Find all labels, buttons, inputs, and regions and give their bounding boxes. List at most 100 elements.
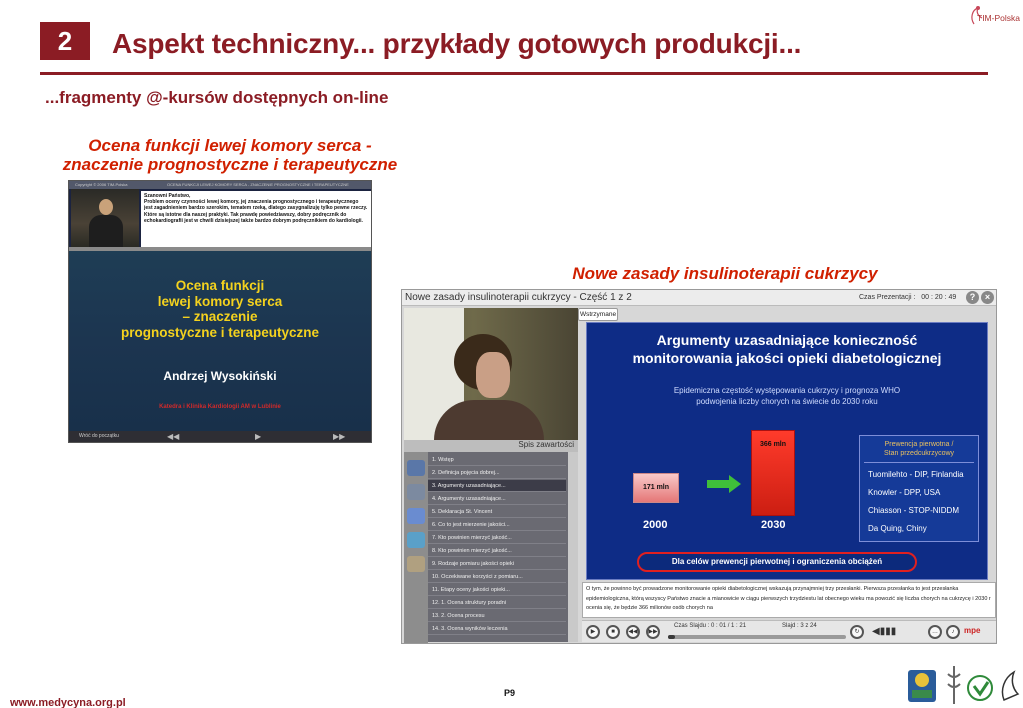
- left-caption: Ocena funkcji lewej komory serca - znacz…: [20, 136, 440, 174]
- home-icon[interactable]: [407, 460, 425, 476]
- player-title-bar: Nowe zasady insulinoterapii cukrzycy - C…: [402, 290, 996, 306]
- search-icon[interactable]: [407, 556, 425, 572]
- page-title: Aspekt techniczny... przykłady gotowych …: [112, 28, 802, 59]
- prevention-callout: Dla celów prewencji pierwotnej i ogranic…: [637, 552, 917, 572]
- toc-item[interactable]: 7. Kto powinien mierzyć jakość...: [428, 532, 566, 544]
- slide-subheading-line-2: podwojenia liczby chorych na świecie do …: [696, 397, 878, 406]
- cardiology-course-screenshot: Copyright © 2006 TIM-Polska OCENA FUNKCJ…: [68, 180, 372, 443]
- toc-item[interactable]: 8. Kto powinien mierzyć jakość...: [428, 545, 566, 557]
- study-item: Knowler - DPP, USA: [868, 488, 941, 497]
- left-caption-line-1: Ocena funkcji lewej komory serca -: [88, 136, 372, 155]
- bar-2000-label: 171 mln: [642, 484, 670, 491]
- course-title-line-1: Ocena funkcji: [175, 278, 265, 293]
- slide-subheading-line-1: Epidemiczna częstość występowania cukrzy…: [673, 386, 901, 395]
- rewind-button[interactable]: ◀◀: [626, 625, 640, 639]
- pause-status-button[interactable]: Wstrzymane: [578, 308, 618, 321]
- course-title: Ocena funkcji lewej komory serca – znacz…: [69, 278, 371, 340]
- slide-heading: Argumenty uzasadniające konieczność moni…: [587, 331, 987, 367]
- player-window-title: Nowe zasady insulinoterapii cukrzycy - C…: [405, 292, 632, 303]
- slide-heading-line-1: Argumenty uzasadniające konieczność: [656, 332, 918, 348]
- course-nav-bar: Wróć do początku ◀◀ ▶ ▶▶: [69, 431, 371, 442]
- toc-item[interactable]: 4. Argumenty uzasadniające...: [428, 493, 566, 505]
- player-sidebar: [404, 452, 428, 643]
- replay-button[interactable]: ↻: [850, 625, 864, 639]
- lecturer-head: [99, 199, 113, 215]
- course-title-line-3: – znaczenie: [182, 309, 258, 324]
- year-2000-label: 2000: [643, 519, 668, 531]
- study-item: Tuomilehto - DIP, Finlandia: [868, 470, 964, 479]
- lecturer-shoulders: [434, 400, 544, 440]
- progress-track[interactable]: [668, 635, 846, 639]
- year-2030-label: 2030: [761, 519, 786, 531]
- course-top-bar: Copyright © 2006 TIM-Polska OCENA FUNKCJ…: [69, 181, 371, 189]
- title-divider: [40, 72, 988, 75]
- course-author: Andrzej Wysokiński: [163, 369, 277, 383]
- help-icon[interactable]: ?: [966, 291, 979, 304]
- toc-item[interactable]: 9. Rodzaje pomiaru jakości opieki: [428, 558, 566, 570]
- forward-button[interactable]: ▶▶: [646, 625, 660, 639]
- prevention-box: Prewencja pierwotna / Stan przedcukrzyco…: [859, 435, 979, 542]
- course-header-text: OCENA FUNKCJI LEWEJ KOMORY SERCA - ZNACZ…: [167, 182, 349, 187]
- stop-button[interactable]: ■: [606, 625, 620, 639]
- lecturer-face: [476, 352, 510, 398]
- play-icon[interactable]: ▶: [255, 432, 261, 441]
- prevention-box-heading: Prewencja pierwotna / Stan przedcukrzyco…: [860, 440, 978, 458]
- lecturer-video: [71, 189, 139, 247]
- partner-logos-icon: [908, 666, 1020, 704]
- volume-icon[interactable]: ◀▮▮▮: [872, 626, 896, 637]
- toc-item[interactable]: 1. Wstęp: [428, 454, 566, 466]
- info-icon[interactable]: [407, 484, 425, 500]
- grid-icon[interactable]: [407, 508, 425, 524]
- presentation-time: Czas Prezentacji : 00 : 20 : 49: [859, 294, 957, 301]
- toc-item[interactable]: 2. Definicja pojęcia dobrej...: [428, 467, 566, 479]
- table-of-contents: 1. Wstęp 2. Definicja pojęcia dobrej... …: [428, 452, 578, 642]
- rewind-icon[interactable]: ◀◀: [167, 432, 179, 441]
- page-number: P9: [504, 688, 516, 698]
- toc-item[interactable]: 5. Deklaracja St. Vincent: [428, 506, 566, 518]
- slide-time: Czas Slajdu : 0 : 01 / 1 : 21: [674, 623, 747, 629]
- toc-item[interactable]: 14. 3. Ocena wyników leczenia: [428, 623, 566, 635]
- bar-2030-label: 366 mln: [759, 441, 787, 448]
- lecture-notes: Szanowni Państwo, Problem oceny czynnośc…: [141, 191, 371, 247]
- brand-name: TIM-Polska: [977, 13, 1020, 23]
- play-button[interactable]: ▶: [586, 625, 600, 639]
- back-to-start-button[interactable]: Wróć do początku: [79, 433, 119, 439]
- slide-subheading: Epidemiczna częstość występowania cukrzy…: [587, 385, 987, 407]
- footer-url[interactable]: www.medycyna.org.pl: [10, 697, 126, 708]
- right-caption: Nowe zasady insulinoterapii cukrzycy: [572, 264, 878, 283]
- caption-button[interactable]: …: [928, 625, 942, 639]
- left-caption-line-2: znaczenie prognostyczne i terapeutyczne: [62, 155, 398, 174]
- toc-scrollbar[interactable]: [568, 452, 578, 642]
- prevention-heading-line-2: Stan przedcukrzycowy: [883, 450, 955, 457]
- copyright-text: Copyright © 2006 TIM-Polska: [75, 182, 128, 187]
- study-item: Da Quing, Chiny: [868, 524, 927, 533]
- prevention-divider: [864, 462, 974, 463]
- lecture-transcript: O tym, że powinno być prowadzone monitor…: [582, 582, 996, 618]
- lecturer-video: [404, 308, 578, 440]
- close-icon[interactable]: ×: [981, 291, 994, 304]
- section-subtitle: ...fragmenty @-kursów dostępnych on-line: [45, 88, 389, 107]
- toc-item[interactable]: 6. Co to jest mierzenie jakości...: [428, 519, 566, 531]
- toc-item[interactable]: 11. Etapy oceny jakości opieki...: [428, 584, 566, 596]
- toc-item[interactable]: 10. Oczekiwane korzyści z pomiaru...: [428, 571, 566, 583]
- toc-item-selected[interactable]: 3. Argumenty uzasadniające...: [428, 480, 566, 492]
- insulin-course-player: Nowe zasady insulinoterapii cukrzycy - C…: [401, 289, 997, 644]
- lecturer-body: [89, 215, 123, 247]
- presentation-slide: Argumenty uzasadniające konieczność moni…: [586, 322, 988, 580]
- audio-button[interactable]: ♪: [946, 625, 960, 639]
- toc-title: Spis zawartości: [404, 440, 578, 452]
- toc-item[interactable]: 12. 1. Ocena struktury poradni: [428, 597, 566, 609]
- toc-item[interactable]: 13. 2. Ocena procesu: [428, 610, 566, 622]
- slide-number-badge: 2: [40, 22, 90, 60]
- settings-icon[interactable]: [407, 532, 425, 548]
- notes-body: Problem oceny czynności lewej komory, je…: [144, 199, 368, 224]
- slide-heading-line-2: monitorowania jakości opieki diabetologi…: [632, 350, 942, 366]
- mpeg-icon[interactable]: mpe: [964, 626, 980, 635]
- course-department: Katedra i Klinika Kardiologii AM w Lubli…: [159, 404, 281, 410]
- forward-icon[interactable]: ▶▶: [333, 432, 345, 441]
- study-item: Chiasson - STOP-NIDDM: [868, 506, 959, 515]
- course-title-slide: Ocena funkcji lewej komory serca – znacz…: [69, 251, 371, 431]
- course-title-line-4: prognostyczne i terapeutyczne: [120, 324, 320, 340]
- progress-fill: [668, 635, 676, 639]
- slide-counter: Slajd : 3 z 24: [782, 623, 817, 629]
